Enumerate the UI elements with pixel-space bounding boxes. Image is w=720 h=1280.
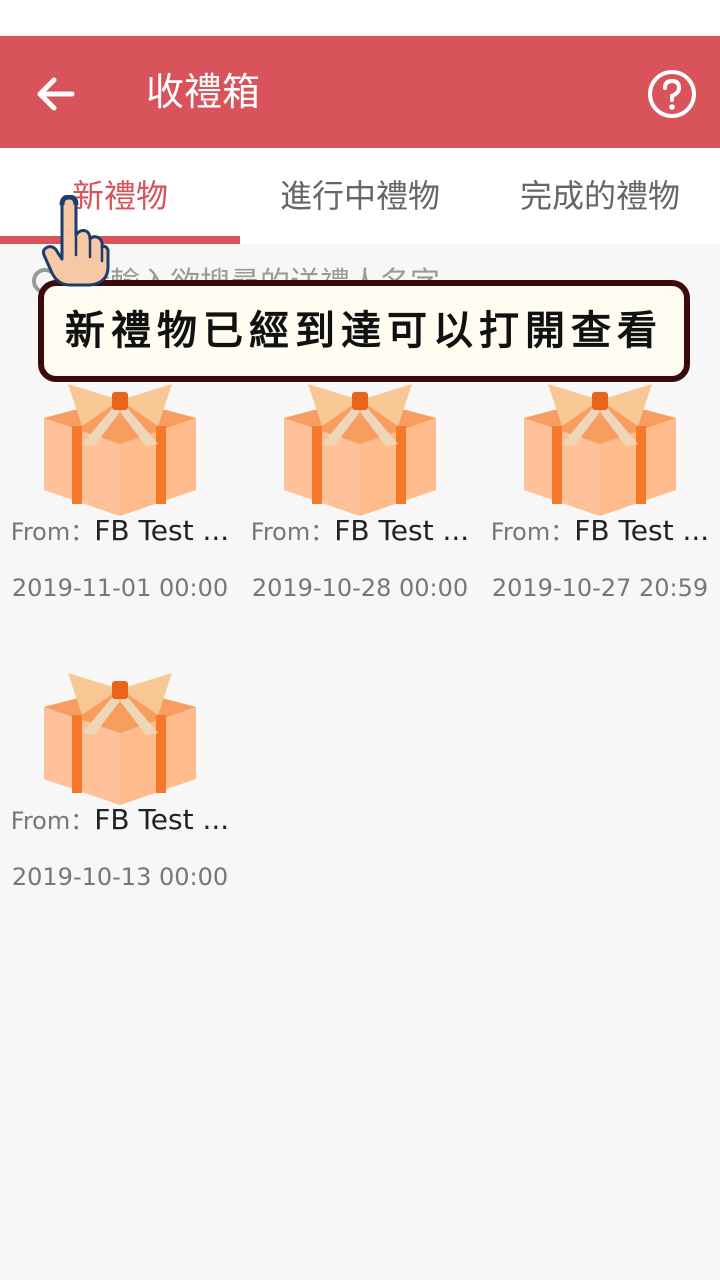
- tip-banner: 新禮物已經到達可以打開查看: [38, 280, 690, 382]
- from-label: From：: [10, 807, 95, 835]
- gift-sender: From：FB Test ...: [0, 512, 240, 547]
- tab-in-progress-gifts[interactable]: 進行中禮物: [240, 148, 480, 244]
- tab-new-gifts[interactable]: 新禮物: [0, 148, 240, 244]
- gift-card[interactable]: From：FB Test ... 2019-10-28 00:00: [240, 360, 480, 630]
- gift-card[interactable]: From：FB Test ... 2019-11-01 00:00: [0, 360, 240, 630]
- from-label: From：: [490, 518, 575, 546]
- gift-date: 2019-10-28 00:00: [251, 574, 469, 602]
- app-bar: 收禮箱: [0, 36, 720, 148]
- page-title: 收禮箱: [146, 70, 261, 114]
- tab-completed-gifts[interactable]: 完成的禮物: [480, 148, 720, 244]
- gift-sender: From：FB Test ...: [240, 512, 480, 547]
- back-arrow-icon: [37, 77, 75, 111]
- tip-text: 新禮物已經到達可以打開查看: [65, 307, 663, 354]
- question-circle-icon: [648, 70, 696, 118]
- gift-sender: From：FB Test ...: [480, 512, 720, 547]
- gift-box-icon: [44, 384, 196, 516]
- status-bar: [0, 0, 720, 36]
- active-tab-indicator: [0, 236, 240, 244]
- gift-card[interactable]: From：FB Test ... 2019-10-27 20:59: [480, 360, 720, 630]
- gift-date: 2019-10-27 20:59: [491, 574, 709, 602]
- gift-box-icon: [44, 673, 196, 805]
- gift-date: 2019-10-13 00:00: [11, 863, 229, 891]
- gift-box-icon: [284, 384, 436, 516]
- sender-name: FB Test ...: [334, 514, 470, 547]
- back-button[interactable]: [28, 66, 84, 122]
- gift-card[interactable]: From：FB Test ... 2019-10-13 00:00: [0, 649, 240, 919]
- sender-name: FB Test ...: [94, 803, 230, 836]
- from-label: From：: [10, 518, 95, 546]
- gift-sender: From：FB Test ...: [0, 801, 240, 836]
- gift-date: 2019-11-01 00:00: [11, 574, 229, 602]
- gift-box-icon: [524, 384, 676, 516]
- sender-name: FB Test ...: [94, 514, 230, 547]
- from-label: From：: [250, 518, 335, 546]
- sender-name: FB Test ...: [574, 514, 710, 547]
- pointing-hand-icon: [42, 195, 110, 287]
- help-button[interactable]: [646, 68, 698, 120]
